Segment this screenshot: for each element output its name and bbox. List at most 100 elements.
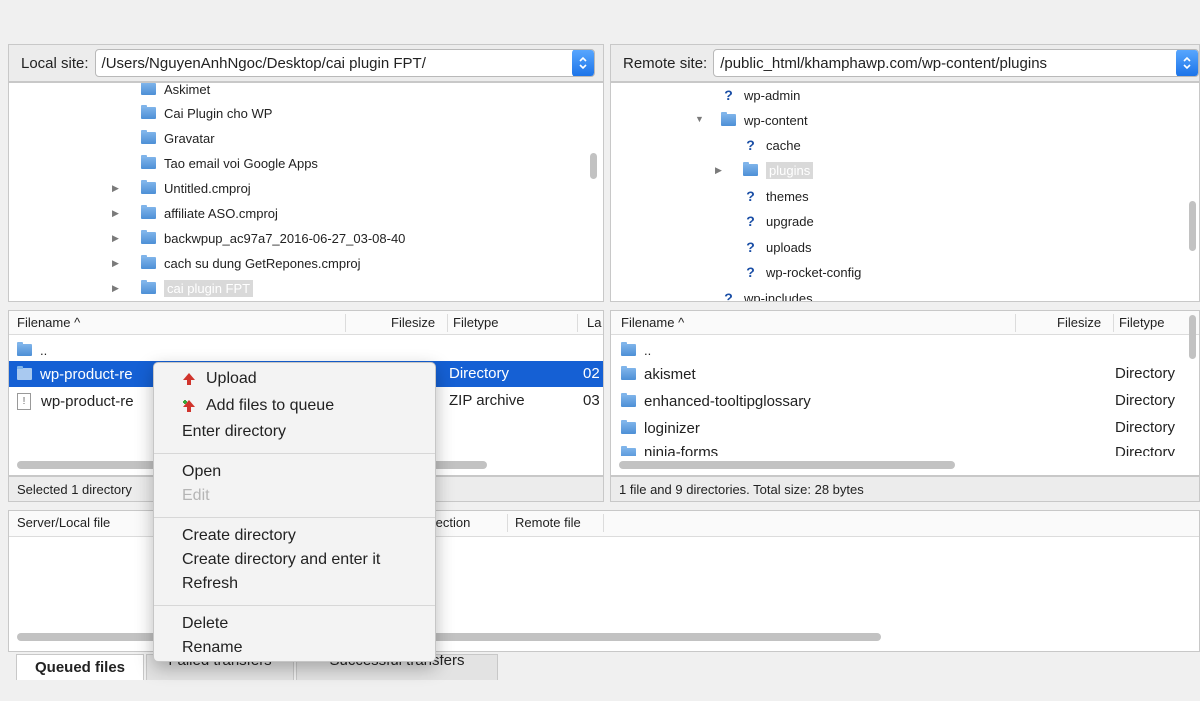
folder-icon [621,446,636,456]
queue-hscrollbar[interactable] [17,633,881,641]
menu-separator [154,517,435,518]
local-directory-tree[interactable]: Askimet Cai Plugin cho WP Gravatar Tao e… [8,82,604,302]
file-name: ninja-forms [644,444,719,456]
col-filetype[interactable]: Filetype [453,315,499,330]
tree-item[interactable]: Untitled.cmproj [141,176,251,200]
tree-item[interactable]: ? wp-includes [721,286,812,302]
col-remote-file[interactable]: Remote file [515,515,581,530]
col-filename[interactable]: Filename ^ [17,315,80,330]
col-filename[interactable]: Filename ^ [621,315,684,330]
local-tree-scrollbar[interactable] [590,153,597,179]
folder-icon [621,366,636,380]
col-filesize[interactable]: Filesize [1057,315,1101,330]
menu-item-refresh[interactable]: Refresh [182,575,238,593]
menu-item-open[interactable]: Open [182,463,221,481]
tree-item[interactable]: ? upgrade [743,209,814,233]
tree-item[interactable]: wp-content [721,108,808,132]
tree-item-selected[interactable]: plugins [743,158,814,182]
list-item[interactable]: enhanced-tooltipglossary Directory [611,388,1199,414]
tree-item-label: uploads [766,239,812,255]
menu-item-create-directory[interactable]: Create directory [182,527,296,545]
menu-item-label: Create directory and enter it [182,551,381,568]
tab-queued-files[interactable]: Queued files [16,654,144,680]
menu-item-edit: Edit [182,487,210,505]
folder-icon [621,420,636,434]
list-item[interactable]: ninja-forms Directory [611,442,1199,456]
folder-icon [141,180,156,194]
question-icon: ? [724,87,733,103]
tree-item[interactable]: Askimet [141,83,210,101]
column-divider [1015,314,1016,332]
col-filetype[interactable]: Filetype [1119,315,1165,330]
tree-item[interactable]: backwpup_ac97a7_2016-06-27_03-08-40 [141,226,405,250]
folder-icon [141,280,156,294]
expand-triangle-icon[interactable]: ▶ [112,258,119,269]
menu-item-add-to-queue[interactable]: Add files to queue [182,397,334,415]
column-divider [507,514,508,532]
menu-item-label: Edit [182,487,210,504]
remote-list-vscrollbar[interactable] [1189,315,1196,359]
menu-item-label: Create directory [182,527,296,544]
tree-item-label: wp-admin [744,87,801,103]
menu-item-create-directory-enter[interactable]: Create directory and enter it [182,551,380,569]
tree-item-label: cai plugin FPT [164,279,254,297]
column-divider [577,314,578,332]
upload-arrow-icon [183,373,195,385]
local-site-path-input[interactable]: /Users/NguyenAnhNgoc/Desktop/cai plugin … [94,49,595,77]
tree-item[interactable]: Cai Plugin cho WP [141,101,272,125]
list-item[interactable]: akismet Directory [611,361,1199,387]
remote-status-bar: 1 file and 9 directories. Total size: 28… [610,476,1200,502]
remote-tree-scrollbar[interactable] [1189,201,1196,251]
tree-item[interactable]: ? wp-admin [721,83,800,107]
tree-item-label: upgrade [766,213,814,229]
question-icon: ? [724,290,733,302]
file-date: 02 [583,365,600,382]
tree-item[interactable]: affiliate ASO.cmproj [141,201,278,225]
tree-item-selected[interactable]: cai plugin FPT [141,276,254,300]
expand-triangle-icon[interactable]: ▶ [112,233,119,244]
expand-triangle-icon[interactable]: ▶ [112,183,119,194]
expand-triangle-icon[interactable]: ▶ [112,208,119,219]
tree-item[interactable]: ? themes [743,184,809,208]
col-server-local-file[interactable]: Server/Local file [17,515,110,530]
collapse-triangle-icon[interactable]: ▼ [695,114,704,124]
menu-item-enter-directory[interactable]: Enter directory [182,423,286,441]
list-item[interactable]: loginizer Directory [611,415,1199,441]
tree-item[interactable]: Tao email voi Google Apps [141,151,318,175]
remote-directory-tree[interactable]: ? wp-admin ▼ wp-content ? cache ▶ plugins … [610,82,1200,302]
folder-icon [17,342,32,356]
file-date: 03 [583,392,600,409]
folder-icon [141,155,156,169]
column-divider [345,314,346,332]
expand-triangle-icon[interactable]: ▶ [715,165,722,176]
folder-icon [743,162,758,176]
remote-site-path-input[interactable]: /public_html/khamphawp.com/wp-content/pl… [713,49,1199,77]
expand-triangle-icon[interactable]: ▶ [112,283,119,294]
remote-site-dropdown-button[interactable] [1176,50,1198,76]
tree-item-label: plugins [766,161,814,179]
file-name: wp-product-re [40,365,133,383]
menu-item-rename[interactable]: Rename [182,639,242,657]
list-item[interactable]: .. [9,337,603,363]
local-site-path-text: /Users/NguyenAnhNgoc/Desktop/cai plugin … [101,54,426,72]
tree-item[interactable]: ? wp-rocket-config [743,260,861,284]
local-site-dropdown-button[interactable] [572,50,594,76]
list-item[interactable]: .. [611,337,1199,363]
tree-item[interactable]: cach su dung GetRepones.cmproj [141,251,361,275]
tree-item-label: themes [766,188,809,204]
folder-icon [141,230,156,244]
menu-item-label: Add files to queue [206,397,335,414]
file-type: Directory [1115,365,1176,382]
question-icon: ? [746,213,755,229]
remote-file-list[interactable]: Filename ^ Filesize Filetype .. akismet … [610,310,1200,476]
tree-item[interactable]: Gravatar [141,126,215,150]
menu-item-delete[interactable]: Delete [182,615,228,633]
folder-icon [141,83,156,95]
remote-list-hscrollbar[interactable] [619,461,955,469]
remote-status-text: 1 file and 9 directories. Total size: 28… [619,481,864,497]
tree-item[interactable]: ? uploads [743,235,812,259]
col-filesize[interactable]: Filesize [391,315,435,330]
col-last-modified[interactable]: La [587,315,601,330]
tree-item[interactable]: ? cache [743,133,800,157]
menu-item-upload[interactable]: Upload [182,370,257,388]
